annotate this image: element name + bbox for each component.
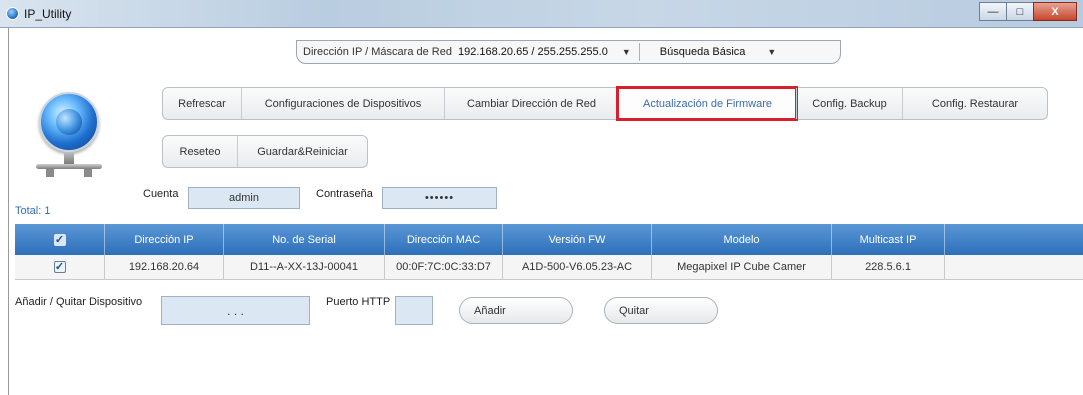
minimize-button[interactable]: — — [979, 2, 1007, 21]
device-total: Total: 1 — [15, 205, 51, 217]
http-port-input[interactable] — [395, 296, 433, 325]
refresh-button[interactable]: Refrescar — [163, 88, 241, 119]
search-mode-select[interactable]: Búsqueda Básica — [640, 46, 760, 58]
select-all-cell: ✓ — [15, 224, 105, 255]
device-settings-button[interactable]: Configuraciones de Dispositivos — [241, 88, 444, 119]
firmware-update-button[interactable]: Actualización de Firmware — [616, 86, 798, 121]
ip-mask-dropdown-icon[interactable]: ▼ — [614, 47, 639, 57]
column-fw[interactable]: Versión FW — [503, 224, 652, 255]
password-label: Contraseña — [316, 188, 373, 200]
camera-leg-left — [46, 169, 54, 177]
camera-lens — [56, 109, 82, 135]
toolbar-row-1: Refrescar Configuraciones de Dispositivo… — [162, 86, 1048, 121]
config-backup-button[interactable]: Config. Backup — [796, 88, 902, 119]
row-checkbox[interactable]: ✓ — [53, 261, 66, 273]
cell-serial: D11--A-XX-13J-00041 — [224, 255, 385, 279]
search-mode-dropdown-icon[interactable]: ▼ — [759, 47, 784, 57]
device-ip-input[interactable]: . . . — [161, 296, 310, 325]
close-button[interactable]: X — [1033, 2, 1077, 21]
device-table: ✓ Dirección IP No. de Serial Dirección M… — [15, 224, 1083, 280]
account-field[interactable]: admin — [188, 187, 300, 209]
http-port-label: Puerto HTTP — [326, 296, 391, 308]
toolbar-row-2: Reseteo Guardar&Reiniciar — [162, 135, 368, 168]
row-select-cell: ✓ — [15, 255, 105, 279]
column-multicast[interactable]: Multicast IP — [832, 224, 945, 255]
maximize-button[interactable]: □ — [1006, 2, 1034, 21]
ip-octet-dots: . . . — [227, 303, 244, 318]
select-all-checkbox[interactable]: ✓ — [53, 233, 66, 246]
column-serial[interactable]: No. de Serial — [224, 224, 385, 255]
app-icon — [6, 7, 19, 20]
cell-fw: A1D-500-V6.05.23-AC — [503, 255, 652, 279]
cell-multicast: 228.5.6.1 — [832, 255, 945, 279]
camera-leg-right — [84, 169, 92, 177]
window-title: IP_Utility — [24, 7, 72, 21]
window-controls: — □ X — [979, 2, 1077, 21]
cell-ip: 192.168.20.64 — [105, 255, 224, 279]
column-model[interactable]: Modelo — [652, 224, 832, 255]
frame-border — [8, 28, 9, 395]
column-mac[interactable]: Dirección MAC — [385, 224, 503, 255]
cell-model: Megapixel IP Cube Camer — [652, 255, 832, 279]
ip-mask-value: 192.168.20.65 / 255.255.255.0 — [457, 46, 608, 58]
add-remove-label: Añadir / Quitar Dispositivo — [15, 296, 143, 308]
cell-empty — [945, 255, 1083, 279]
password-field[interactable]: •••••• — [382, 187, 497, 209]
ip-mask-label: Dirección IP / Máscara de Red — [303, 46, 452, 58]
cell-mac: 00:0F:7C:0C:33:D7 — [385, 255, 503, 279]
network-bar: Dirección IP / Máscara de Red 192.168.20… — [296, 40, 841, 64]
column-empty — [945, 224, 1083, 255]
column-ip[interactable]: Dirección IP — [105, 224, 224, 255]
add-device-button[interactable]: Añadir — [459, 297, 573, 324]
table-header: ✓ Dirección IP No. de Serial Dirección M… — [15, 224, 1083, 255]
reset-button[interactable]: Reseteo — [163, 136, 237, 167]
remove-device-button[interactable]: Quitar — [604, 297, 718, 324]
table-row[interactable]: ✓ 192.168.20.64 D11--A-XX-13J-00041 00:0… — [15, 255, 1083, 280]
save-restart-button[interactable]: Guardar&Reiniciar — [237, 136, 367, 167]
change-network-button[interactable]: Cambiar Dirección de Red — [444, 88, 618, 119]
camera-device-icon — [36, 92, 102, 178]
config-restore-button[interactable]: Config. Restaurar — [902, 88, 1047, 119]
account-label: Cuenta — [143, 188, 179, 200]
window-titlebar: IP_Utility — □ X — [0, 0, 1083, 28]
